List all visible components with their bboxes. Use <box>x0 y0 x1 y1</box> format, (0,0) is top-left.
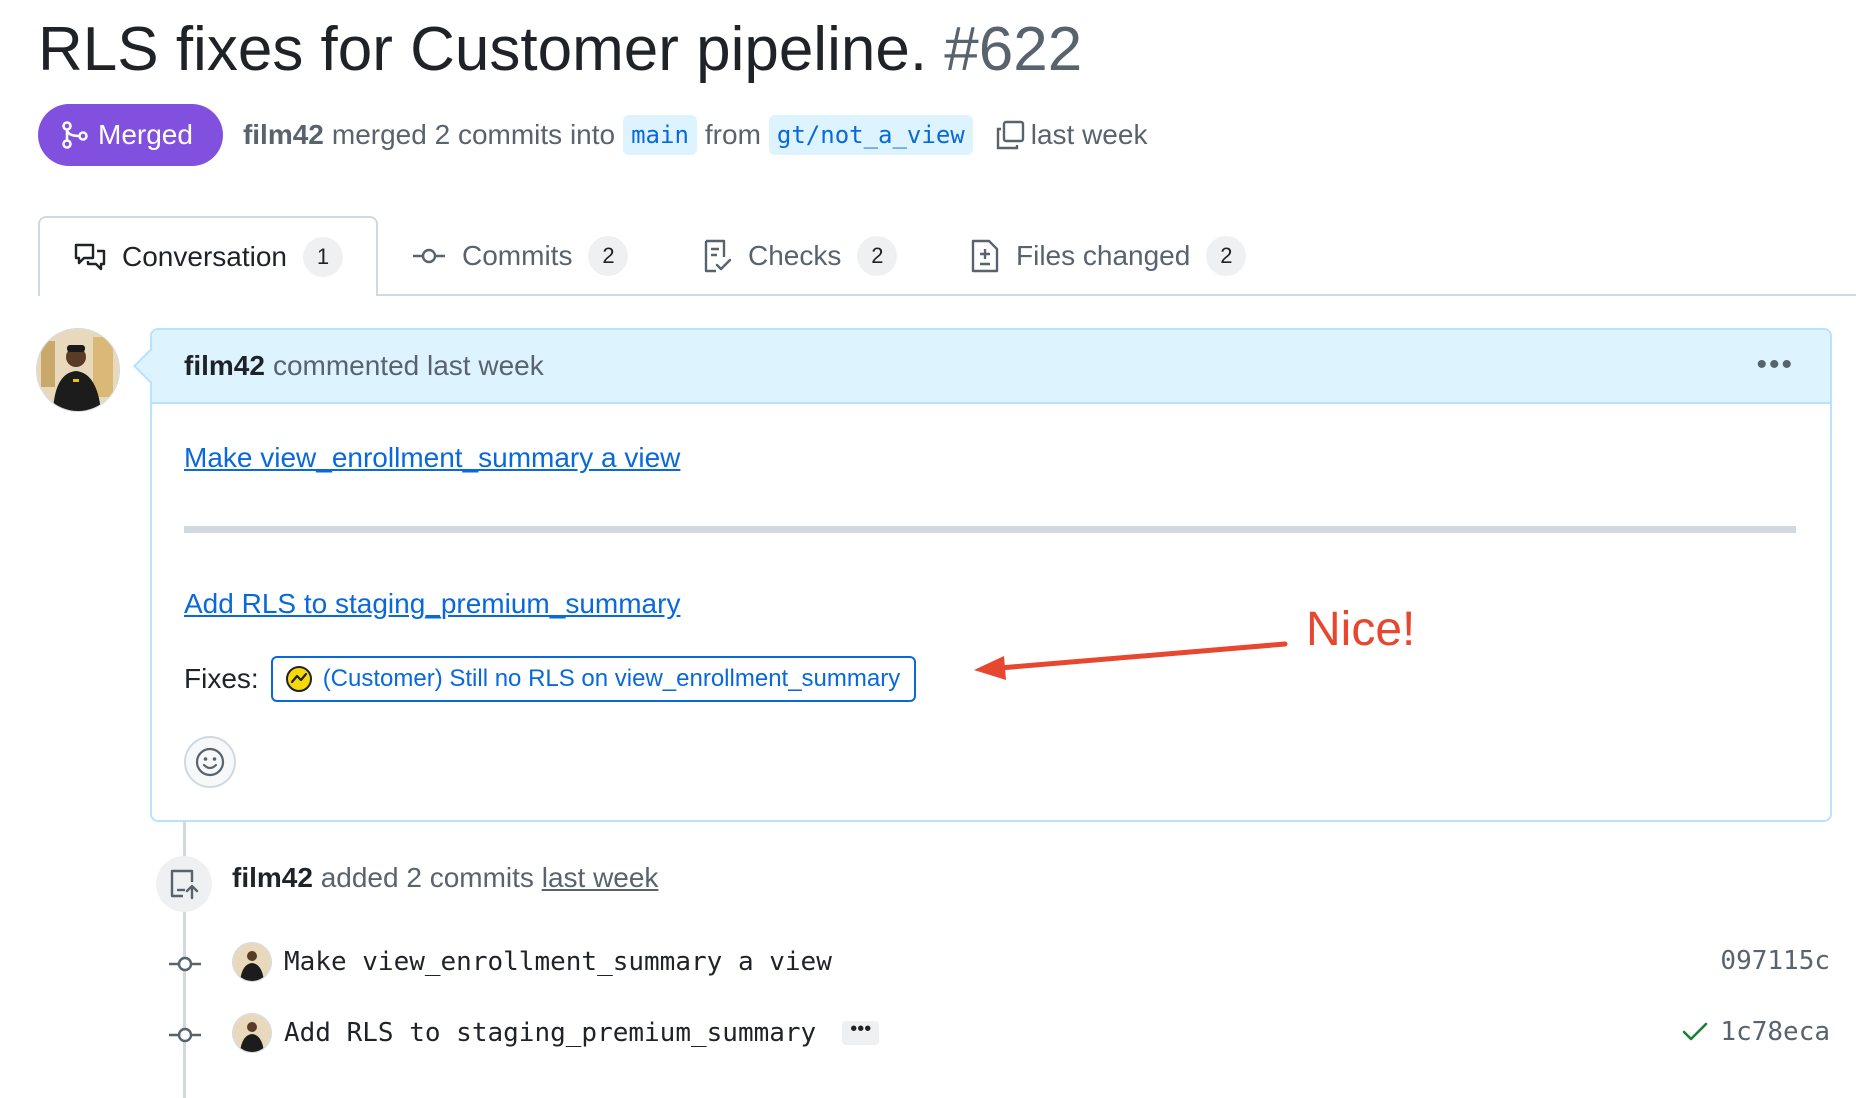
avatar[interactable] <box>232 1013 272 1053</box>
linked-issue-chip[interactable]: (Customer) Still no RLS on view_enrollme… <box>270 656 917 702</box>
push-event-badge <box>156 856 212 912</box>
linear-icon <box>285 665 313 693</box>
commit-sha-text: 097115c <box>1720 946 1830 976</box>
pr-title-text: RLS fixes for Customer pipeline. <box>38 15 928 84</box>
head-branch[interactable]: gt/not_a_view <box>768 115 973 155</box>
merged-label: Merged <box>98 119 193 150</box>
commit-message-link[interactable]: Add RLS to staging_premium_summary <box>284 1018 816 1048</box>
merge-time: last week <box>1030 119 1148 150</box>
commit-row: Add RLS to staging_premium_summary ••• <box>232 1013 880 1053</box>
tab-files-changed-count: 2 <box>1206 236 1247 276</box>
tab-commits-count: 2 <box>588 236 629 276</box>
commit-link-add-rls[interactable]: Add RLS to staging_premium_summary <box>184 588 680 620</box>
avatar[interactable] <box>36 328 120 412</box>
tab-checks-count: 2 <box>857 236 898 276</box>
push-event-text: film42 added 2 commits last week <box>232 862 658 894</box>
fixes-line: Fixes: (Customer) Still no RLS on view_e… <box>184 656 917 702</box>
kebab-menu-icon[interactable]: ••• <box>1756 348 1794 382</box>
commit-link-view-enrollment[interactable]: Make view_enrollment_summary a view <box>184 442 680 474</box>
tab-files-changed-label: Files changed <box>1016 240 1191 271</box>
commit-sha[interactable]: 097115c <box>1720 946 1830 976</box>
commit-sha[interactable]: 1c78eca <box>1682 1017 1830 1047</box>
comment-author[interactable]: film42 <box>184 350 265 382</box>
tab-commits[interactable]: Commits 2 <box>412 216 629 296</box>
annotation-text: Nice! <box>1306 603 1416 656</box>
tab-commits-label: Commits <box>462 240 573 271</box>
copy-icon[interactable] <box>995 120 1025 150</box>
fixes-label: Fixes: <box>184 663 259 694</box>
checklist-icon <box>702 239 732 273</box>
avatar[interactable] <box>232 942 272 982</box>
push-action: added 2 commits <box>320 862 534 893</box>
pr-author-link[interactable]: film42 <box>243 119 324 151</box>
commit-sha-text: 1c78eca <box>1720 1017 1830 1047</box>
repo-push-icon <box>169 868 199 900</box>
add-reaction-button[interactable] <box>184 736 236 788</box>
git-merge-icon <box>62 121 88 149</box>
comment-box: film42 commented last week ••• Make view… <box>133 328 1832 822</box>
annotation-arrow <box>974 641 1288 680</box>
pr-title: RLS fixes for Customer pipeline. #622 <box>38 8 1082 92</box>
tab-conversation-label: Conversation <box>122 241 287 272</box>
git-commit-icon <box>412 246 446 266</box>
pr-meta: Merged film42 merged 2 commits into main… <box>38 103 1147 167</box>
tab-files-changed[interactable]: Files changed 2 <box>970 216 1247 296</box>
linked-issue-title: (Customer) Still no RLS on view_enrollme… <box>322 665 901 692</box>
commit-node-icon <box>168 954 202 974</box>
comment-header: film42 commented last week ••• <box>152 330 1830 404</box>
comment-discussion-icon <box>74 242 106 272</box>
tab-checks[interactable]: Checks 2 <box>702 216 898 296</box>
tab-conversation[interactable]: Conversation 1 <box>38 216 378 296</box>
commit-message-link[interactable]: Make view_enrollment_summary a view <box>284 947 832 977</box>
push-author[interactable]: film42 <box>232 862 313 893</box>
merged-text: merged 2 commits into <box>331 119 616 150</box>
tab-conversation-count: 1 <box>302 237 343 277</box>
push-time-link[interactable]: last week <box>542 862 659 893</box>
smiley-icon <box>194 746 226 778</box>
from-text: from <box>704 119 761 150</box>
tab-checks-label: Checks <box>748 240 842 271</box>
file-diff-icon <box>970 239 1000 273</box>
commit-node-icon <box>168 1025 202 1045</box>
divider <box>184 526 1796 533</box>
commit-row: Make view_enrollment_summary a view <box>232 942 832 982</box>
check-icon[interactable] <box>1682 1021 1708 1043</box>
pr-number: #622 <box>944 15 1083 84</box>
merged-status-badge: Merged <box>38 104 223 166</box>
comment-action: commented last week <box>272 350 544 381</box>
base-branch[interactable]: main <box>623 115 697 155</box>
expand-commit-button[interactable]: ••• <box>842 1019 880 1045</box>
